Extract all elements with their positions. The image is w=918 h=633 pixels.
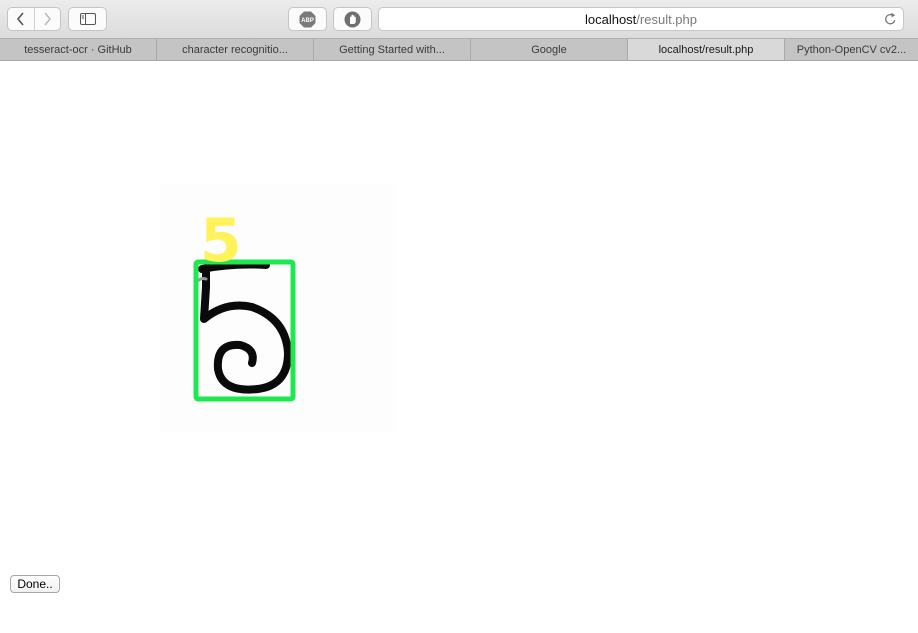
forward-button[interactable]	[33, 8, 61, 30]
back-button[interactable]	[8, 8, 34, 30]
sidebar-icon	[79, 13, 96, 25]
address-path: /result.php	[636, 11, 697, 27]
adblock-icon: ABP	[299, 11, 316, 27]
sidebar-toggle-button[interactable]	[68, 7, 107, 31]
tab-label: Python-OpenCV cv2...	[796, 43, 907, 56]
chevron-left-icon	[16, 12, 24, 26]
tab-python-opencv[interactable]: Python-OpenCV cv2...	[785, 39, 918, 60]
tab-google[interactable]: Google	[471, 39, 628, 60]
chevron-right-icon	[44, 12, 52, 26]
address-host: localhost	[584, 11, 637, 27]
tab-tesseract[interactable]: tesseract-ocr · GitHub	[0, 39, 157, 60]
tab-getting-started[interactable]: Getting Started with...	[314, 39, 471, 60]
navigation-buttons	[7, 7, 61, 31]
predicted-label: 5	[200, 206, 242, 276]
tab-label: Getting Started with...	[339, 43, 445, 56]
ocr-result-image: 5	[160, 183, 396, 433]
address-bar[interactable]: localhost/result.php	[378, 7, 904, 31]
reload-icon[interactable]	[884, 12, 897, 26]
hand-icon	[344, 11, 361, 27]
adblock-label: ABP	[301, 18, 314, 24]
tab-character-recognition[interactable]: character recognitio...	[157, 39, 314, 60]
tab-localhost-result[interactable]: localhost/result.php	[628, 39, 785, 60]
tab-label: character recognitio...	[182, 43, 288, 56]
tab-label: Google	[531, 43, 567, 56]
tab-bar: tesseract-ocr · GitHub character recogni…	[0, 38, 918, 61]
done-button[interactable]: Done..	[10, 575, 60, 593]
ghostery-button[interactable]	[333, 7, 372, 31]
tab-label: localhost/result.php	[658, 43, 754, 56]
adblock-button[interactable]: ABP	[288, 7, 327, 31]
browser-toolbar: ABP localhost/result.php	[0, 0, 918, 38]
tab-label: tesseract-ocr · GitHub	[24, 43, 132, 56]
